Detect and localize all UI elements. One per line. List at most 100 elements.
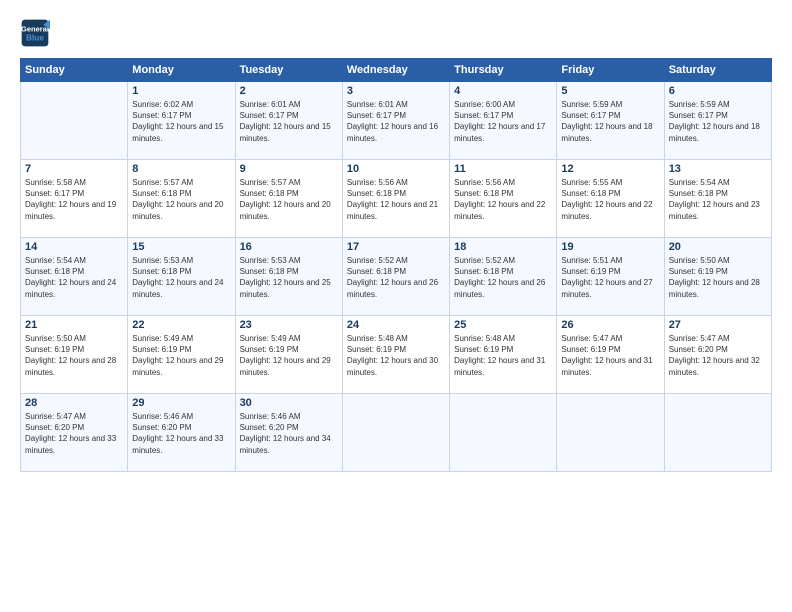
day-number: 4: [454, 85, 552, 97]
cell-info: Sunrise: 5:54 AMSunset: 6:18 PMDaylight:…: [669, 178, 760, 221]
calendar-cell: 24 Sunrise: 5:48 AMSunset: 6:19 PMDayligh…: [342, 316, 449, 394]
cell-info: Sunrise: 5:47 AMSunset: 6:19 PMDaylight:…: [561, 334, 652, 377]
weekday-header-tuesday: Tuesday: [235, 59, 342, 82]
day-number: 14: [25, 241, 123, 253]
day-number: 24: [347, 319, 445, 331]
cell-info: Sunrise: 5:49 AMSunset: 6:19 PMDaylight:…: [240, 334, 331, 377]
calendar-cell: 25 Sunrise: 5:48 AMSunset: 6:19 PMDayligh…: [450, 316, 557, 394]
calendar-cell: 30Sunrise: 5:46 AMSunset: 6:20 PMDayligh…: [235, 394, 342, 472]
day-number: 25: [454, 319, 552, 331]
cell-info: Sunrise: 5:50 AMSunset: 6:19 PMDaylight:…: [25, 334, 116, 377]
cell-info: Sunrise: 5:55 AMSunset: 6:18 PMDaylight:…: [561, 178, 652, 221]
cell-info: Sunrise: 5:48 AMSunset: 6:19 PMDaylight:…: [347, 334, 438, 377]
calendar-cell: 29 Sunrise: 5:46 AMSunset: 6:20 PMDayligh…: [128, 394, 235, 472]
calendar-cell: 3 Sunrise: 6:01 AMSunset: 6:17 PMDaylight…: [342, 82, 449, 160]
day-number: 11: [454, 163, 552, 175]
calendar-cell: 26 Sunrise: 5:47 AMSunset: 6:19 PMDayligh…: [557, 316, 664, 394]
cell-info: Sunrise: 6:01 AMSunset: 6:17 PMDaylight:…: [240, 100, 331, 143]
cell-info: Sunrise: 5:53 AMSunset: 6:18 PMDaylight:…: [240, 256, 331, 299]
weekday-header-friday: Friday: [557, 59, 664, 82]
day-number: 18: [454, 241, 552, 253]
cell-info: Sunrise: 5:58 AMSunset: 6:17 PMDaylight:…: [25, 178, 116, 221]
calendar-cell: 9Sunrise: 5:57 AMSunset: 6:18 PMDaylight…: [235, 160, 342, 238]
day-number: 10: [347, 163, 445, 175]
calendar-cell: 16 Sunrise: 5:53 AMSunset: 6:18 PMDayligh…: [235, 238, 342, 316]
cell-info: Sunrise: 5:52 AMSunset: 6:18 PMDaylight:…: [347, 256, 438, 299]
calendar-cell: 11 Sunrise: 5:56 AMSunset: 6:18 PMDayligh…: [450, 160, 557, 238]
svg-text:Blue: Blue: [26, 33, 44, 43]
cell-info: Sunrise: 5:57 AMSunset: 6:18 PMDaylight:…: [132, 178, 223, 221]
day-number: 13: [669, 163, 767, 175]
calendar-cell: 21 Sunrise: 5:50 AMSunset: 6:19 PMDayligh…: [21, 316, 128, 394]
day-number: 12: [561, 163, 659, 175]
day-number: 1: [132, 85, 230, 97]
page-header: General Blue: [20, 18, 772, 48]
weekday-header-monday: Monday: [128, 59, 235, 82]
calendar-cell: 1 Sunrise: 6:02 AMSunset: 6:17 PMDaylight…: [128, 82, 235, 160]
cell-info: Sunrise: 5:56 AMSunset: 6:18 PMDaylight:…: [454, 178, 545, 221]
calendar-cell: 15 Sunrise: 5:53 AMSunset: 6:18 PMDayligh…: [128, 238, 235, 316]
weekday-header-wednesday: Wednesday: [342, 59, 449, 82]
cell-info: Sunrise: 5:52 AMSunset: 6:18 PMDaylight:…: [454, 256, 545, 299]
weekday-header-saturday: Saturday: [664, 59, 771, 82]
calendar-cell: 2 Sunrise: 6:01 AMSunset: 6:17 PMDaylight…: [235, 82, 342, 160]
calendar-cell: 13 Sunrise: 5:54 AMSunset: 6:18 PMDayligh…: [664, 160, 771, 238]
calendar-cell: 7 Sunrise: 5:58 AMSunset: 6:17 PMDaylight…: [21, 160, 128, 238]
day-number: 29: [132, 397, 230, 409]
weekday-header-thursday: Thursday: [450, 59, 557, 82]
cell-info: Sunrise: 6:00 AMSunset: 6:17 PMDaylight:…: [454, 100, 545, 143]
cell-info: Sunrise: 5:53 AMSunset: 6:18 PMDaylight:…: [132, 256, 223, 299]
calendar-cell: 4 Sunrise: 6:00 AMSunset: 6:17 PMDaylight…: [450, 82, 557, 160]
cell-info: Sunrise: 6:02 AMSunset: 6:17 PMDaylight:…: [132, 100, 223, 143]
cell-info: Sunrise: 5:59 AMSunset: 6:17 PMDaylight:…: [669, 100, 760, 143]
day-number: 16: [240, 241, 338, 253]
calendar-cell: 27Sunrise: 5:47 AMSunset: 6:20 PMDayligh…: [664, 316, 771, 394]
calendar-cell: [664, 394, 771, 472]
weekday-header-row: SundayMondayTuesdayWednesdayThursdayFrid…: [21, 59, 772, 82]
calendar-cell: 23 Sunrise: 5:49 AMSunset: 6:19 PMDayligh…: [235, 316, 342, 394]
calendar-cell: 12 Sunrise: 5:55 AMSunset: 6:18 PMDayligh…: [557, 160, 664, 238]
day-number: 26: [561, 319, 659, 331]
day-number: 6: [669, 85, 767, 97]
cell-info: Sunrise: 5:59 AMSunset: 6:17 PMDaylight:…: [561, 100, 652, 143]
day-number: 2: [240, 85, 338, 97]
day-number: 19: [561, 241, 659, 253]
day-number: 3: [347, 85, 445, 97]
day-number: 8: [132, 163, 230, 175]
calendar-cell: 28Sunrise: 5:47 AMSunset: 6:20 PMDayligh…: [21, 394, 128, 472]
cell-info: Sunrise: 5:48 AMSunset: 6:19 PMDaylight:…: [454, 334, 545, 377]
day-number: 21: [25, 319, 123, 331]
calendar-cell: 5 Sunrise: 5:59 AMSunset: 6:17 PMDaylight…: [557, 82, 664, 160]
calendar-cell: 20Sunrise: 5:50 AMSunset: 6:19 PMDayligh…: [664, 238, 771, 316]
calendar-week-row: 21 Sunrise: 5:50 AMSunset: 6:19 PMDayligh…: [21, 316, 772, 394]
cell-info: Sunrise: 5:56 AMSunset: 6:18 PMDaylight:…: [347, 178, 438, 221]
calendar-cell: [557, 394, 664, 472]
cell-info: Sunrise: 5:47 AMSunset: 6:20 PMDaylight:…: [669, 334, 760, 377]
cell-info: Sunrise: 5:46 AMSunset: 6:20 PMDaylight:…: [132, 412, 223, 455]
day-number: 15: [132, 241, 230, 253]
day-number: 23: [240, 319, 338, 331]
calendar-cell: 10 Sunrise: 5:56 AMSunset: 6:18 PMDayligh…: [342, 160, 449, 238]
day-number: 5: [561, 85, 659, 97]
cell-info: Sunrise: 5:50 AMSunset: 6:19 PMDaylight:…: [669, 256, 760, 299]
cell-info: Sunrise: 5:57 AMSunset: 6:18 PMDaylight:…: [240, 178, 331, 221]
cell-info: Sunrise: 5:49 AMSunset: 6:19 PMDaylight:…: [132, 334, 223, 377]
cell-info: Sunrise: 5:54 AMSunset: 6:18 PMDaylight:…: [25, 256, 116, 299]
cell-info: Sunrise: 6:01 AMSunset: 6:17 PMDaylight:…: [347, 100, 438, 143]
calendar-cell: [450, 394, 557, 472]
calendar-cell: 22Sunrise: 5:49 AMSunset: 6:19 PMDayligh…: [128, 316, 235, 394]
calendar-week-row: 14 Sunrise: 5:54 AMSunset: 6:18 PMDayligh…: [21, 238, 772, 316]
calendar-cell: [342, 394, 449, 472]
calendar-week-row: 28Sunrise: 5:47 AMSunset: 6:20 PMDayligh…: [21, 394, 772, 472]
calendar-week-row: 7 Sunrise: 5:58 AMSunset: 6:17 PMDaylight…: [21, 160, 772, 238]
cell-info: Sunrise: 5:51 AMSunset: 6:19 PMDaylight:…: [561, 256, 652, 299]
day-number: 28: [25, 397, 123, 409]
day-number: 7: [25, 163, 123, 175]
calendar-cell: 6 Sunrise: 5:59 AMSunset: 6:17 PMDaylight…: [664, 82, 771, 160]
calendar-page: General Blue SundayMondayTuesdayWednesda…: [0, 0, 792, 612]
calendar-cell: 8 Sunrise: 5:57 AMSunset: 6:18 PMDaylight…: [128, 160, 235, 238]
logo-icon: General Blue: [20, 18, 50, 48]
calendar-table: SundayMondayTuesdayWednesdayThursdayFrid…: [20, 58, 772, 472]
calendar-cell: 18 Sunrise: 5:52 AMSunset: 6:18 PMDayligh…: [450, 238, 557, 316]
day-number: 30: [240, 397, 338, 409]
